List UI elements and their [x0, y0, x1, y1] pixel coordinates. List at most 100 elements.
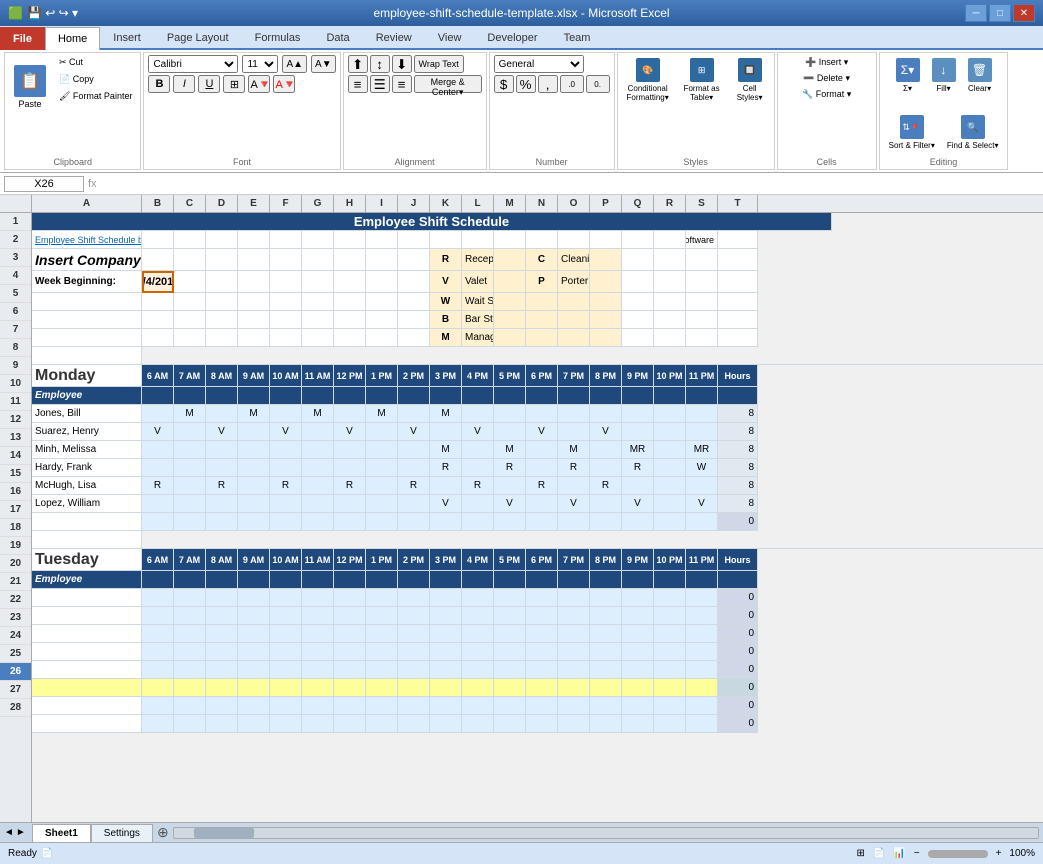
row-25[interactable]: 25 — [0, 645, 31, 663]
cell-a13[interactable]: Minh, Melissa — [32, 441, 142, 459]
cell-t25[interactable]: 0 — [718, 661, 758, 679]
cell-f12[interactable]: V — [270, 423, 302, 441]
view-normal-icon[interactable]: ⊞ — [856, 848, 864, 859]
row-26[interactable]: 26 — [0, 663, 31, 681]
cell-i14[interactable] — [366, 459, 398, 477]
cell-t22[interactable]: 0 — [718, 607, 758, 625]
cell-h17[interactable] — [334, 513, 366, 531]
cell-a27[interactable] — [32, 697, 142, 715]
cell-q17[interactable] — [622, 513, 654, 531]
cell-e12[interactable] — [238, 423, 270, 441]
cell-e14[interactable] — [238, 459, 270, 477]
cell-h12[interactable]: V — [334, 423, 366, 441]
cell-f11[interactable] — [270, 405, 302, 423]
cell-i16[interactable] — [366, 495, 398, 513]
cell-a24[interactable] — [32, 643, 142, 661]
cell-h11[interactable] — [334, 405, 366, 423]
cell-l16[interactable] — [462, 495, 494, 513]
cell-s11[interactable] — [686, 405, 718, 423]
cell-m15[interactable] — [494, 477, 526, 495]
merge-cells-button[interactable]: Merge & Center▾ — [414, 75, 482, 93]
cell-g13[interactable] — [302, 441, 334, 459]
tab-insert[interactable]: Insert — [100, 26, 154, 48]
tab-view[interactable]: View — [425, 26, 475, 48]
zoom-out-button[interactable]: − — [914, 848, 920, 859]
cell-s12[interactable] — [686, 423, 718, 441]
col-header-r[interactable]: R — [654, 195, 686, 212]
cell-q12[interactable] — [622, 423, 654, 441]
cell-i13[interactable] — [366, 441, 398, 459]
col-header-d[interactable]: D — [206, 195, 238, 212]
cell-j11[interactable] — [398, 405, 430, 423]
cell-r17[interactable] — [654, 513, 686, 531]
formula-input[interactable] — [101, 178, 1039, 190]
cell-o16[interactable]: V — [558, 495, 590, 513]
col-header-q[interactable]: Q — [622, 195, 654, 212]
cell-t26[interactable]: 0 — [718, 679, 758, 697]
col-header-e[interactable]: E — [238, 195, 270, 212]
cell-q16[interactable]: V — [622, 495, 654, 513]
insert-sheet-button[interactable]: ⊕ — [153, 824, 169, 841]
cell-s14[interactable]: W — [686, 459, 718, 477]
increase-font-button[interactable]: A▲ — [282, 55, 307, 73]
underline-button[interactable]: U — [198, 75, 220, 93]
cell-d12[interactable]: V — [206, 423, 238, 441]
cell-a16[interactable]: Lopez, William — [32, 495, 142, 513]
cell-a25[interactable] — [32, 661, 142, 679]
cell-a28[interactable] — [32, 715, 142, 733]
col-header-j[interactable]: J — [398, 195, 430, 212]
cell-m16[interactable]: V — [494, 495, 526, 513]
row-9[interactable]: 9 — [0, 357, 31, 375]
tab-formulas[interactable]: Formulas — [242, 26, 314, 48]
cell-b11[interactable] — [142, 405, 174, 423]
copy-button[interactable]: 📄 Copy — [55, 72, 136, 87]
cell-l12[interactable]: V — [462, 423, 494, 441]
cell-m17[interactable] — [494, 513, 526, 531]
insert-button[interactable]: ➕ Insert ▾ — [801, 55, 852, 70]
cell-g12[interactable] — [302, 423, 334, 441]
sheet-nav-next[interactable]: ► — [16, 827, 26, 838]
conditional-formatting-button[interactable]: 🎨 Conditional Formatting▾ — [622, 55, 674, 105]
view-layout-icon[interactable]: 📄 — [873, 848, 885, 859]
cell-a21[interactable] — [32, 589, 142, 607]
cell-h15[interactable]: R — [334, 477, 366, 495]
cell-n12[interactable]: V — [526, 423, 558, 441]
cell-g11[interactable]: M — [302, 405, 334, 423]
cell-g17[interactable] — [302, 513, 334, 531]
cell-e17[interactable] — [238, 513, 270, 531]
col-header-i[interactable]: I — [366, 195, 398, 212]
cell-o11[interactable] — [558, 405, 590, 423]
cell-n11[interactable] — [526, 405, 558, 423]
cell-f14[interactable] — [270, 459, 302, 477]
row-16[interactable]: 16 — [0, 483, 31, 501]
row-10[interactable]: 10 — [0, 375, 31, 393]
cell-k14[interactable]: R — [430, 459, 462, 477]
cell-i17[interactable] — [366, 513, 398, 531]
col-header-g[interactable]: G — [302, 195, 334, 212]
col-header-s[interactable]: S — [686, 195, 718, 212]
cell-m14[interactable]: R — [494, 459, 526, 477]
borders-button[interactable]: ⊞ — [223, 75, 245, 93]
sheet-nav-prev[interactable]: ◄ — [4, 827, 14, 838]
align-top-button[interactable]: ⬆ — [348, 55, 368, 73]
cell-c14[interactable] — [174, 459, 206, 477]
paste-button[interactable]: 📋 Paste — [9, 62, 51, 112]
row-15[interactable]: 15 — [0, 465, 31, 483]
row-12[interactable]: 12 — [0, 411, 31, 429]
cell-a26[interactable] — [32, 679, 142, 697]
cell-m13[interactable]: M — [494, 441, 526, 459]
name-box[interactable] — [4, 176, 84, 192]
cell-c12[interactable] — [174, 423, 206, 441]
sheet-tab-settings[interactable]: Settings — [91, 824, 153, 842]
cell-b21[interactable] — [142, 589, 174, 607]
row-3[interactable]: 3 — [0, 249, 31, 267]
close-button[interactable]: ✕ — [1013, 4, 1035, 22]
sort-filter-button[interactable]: ⇅🔻 Sort & Filter▾ — [884, 112, 940, 153]
cell-c17[interactable] — [174, 513, 206, 531]
cell-l15[interactable]: R — [462, 477, 494, 495]
row-21[interactable]: 21 — [0, 573, 31, 591]
cell-k12[interactable] — [430, 423, 462, 441]
cell-b12[interactable]: V — [142, 423, 174, 441]
font-size-select[interactable]: 11 — [242, 55, 278, 73]
cell-t15[interactable]: 8 — [718, 477, 758, 495]
